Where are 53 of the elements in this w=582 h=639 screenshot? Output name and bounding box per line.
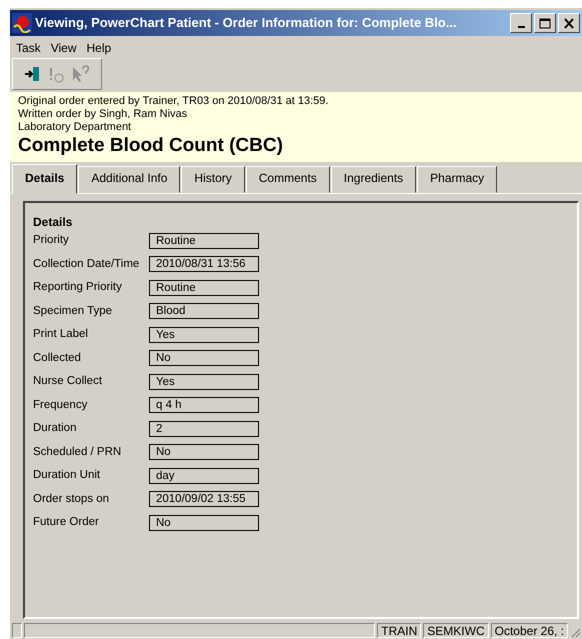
field-label: Specimen Type [33, 304, 114, 319]
tab[interactable]: Ingredients [330, 166, 416, 193]
app-icon [12, 13, 32, 33]
field-label: Print Label [33, 327, 89, 342]
status-text: SEMKIWC [423, 623, 489, 638]
field-value: 2010/09/02 13:55 [149, 491, 259, 508]
menu-item[interactable]: Task [16, 39, 41, 53]
field-value: No [149, 444, 259, 460]
field-value: 2 [149, 420, 259, 437]
header-line: Original order entered by Trainer, TR03 on 2010/08/31 at 13:59. [18, 95, 330, 108]
header-line: Laboratory Department [18, 121, 132, 134]
field-value: Routine [149, 280, 259, 296]
field-value: Yes [149, 326, 259, 343]
order-name: Complete Blood Count (CBC) [18, 134, 284, 158]
tab[interactable]: Details [12, 164, 78, 194]
tab[interactable]: History [181, 166, 245, 193]
field-label: Nurse Collect [33, 374, 104, 390]
field-value: q 4 h [149, 397, 259, 414]
field-value: Yes [149, 374, 259, 390]
field-value: Routine [149, 232, 259, 249]
tab[interactable]: Additional Info [78, 166, 180, 193]
close-icon [563, 18, 575, 28]
field-label: Reporting Priority [33, 280, 123, 296]
status-text: TRAIN [377, 623, 422, 638]
field-label: Order stops on [33, 492, 110, 507]
menu-item[interactable]: View [50, 39, 76, 53]
field-value: No [149, 350, 259, 366]
field-value: No [149, 514, 259, 531]
tab[interactable]: Comments [246, 166, 330, 193]
status-text: October 26, : [490, 623, 568, 638]
close-button[interactable] [558, 13, 580, 33]
field-label: Collection Date/Time [33, 256, 140, 272]
field-value: day [149, 468, 259, 484]
field-value: Blood [149, 303, 259, 320]
minimize-button[interactable] [510, 13, 532, 33]
field-label: Duration Unit [33, 468, 102, 484]
menu-item[interactable]: Help [86, 39, 112, 53]
field-label: Future Order [33, 515, 100, 530]
field-label: Scheduled / PRN [33, 444, 122, 460]
maximize-icon [539, 18, 551, 28]
field-label: Frequency [33, 398, 88, 413]
tab[interactable]: Pharmacy [417, 166, 498, 193]
header-line: Written order by Singh, Ram Nivas [18, 108, 188, 121]
exit-icon[interactable] [23, 65, 41, 83]
window-title: Viewing, PowerChart Patient - Order Information for: Complete Blo... [35, 14, 458, 32]
field-value: 2010/08/31 13:56 [149, 256, 259, 272]
section-heading: Details [33, 215, 74, 229]
maximize-button[interactable] [534, 13, 556, 33]
field-label: Collected [33, 350, 82, 366]
minimize-icon [518, 26, 524, 28]
field-label: Priority [33, 233, 70, 248]
status-panel [12, 623, 22, 638]
field-label: Duration [33, 421, 78, 436]
